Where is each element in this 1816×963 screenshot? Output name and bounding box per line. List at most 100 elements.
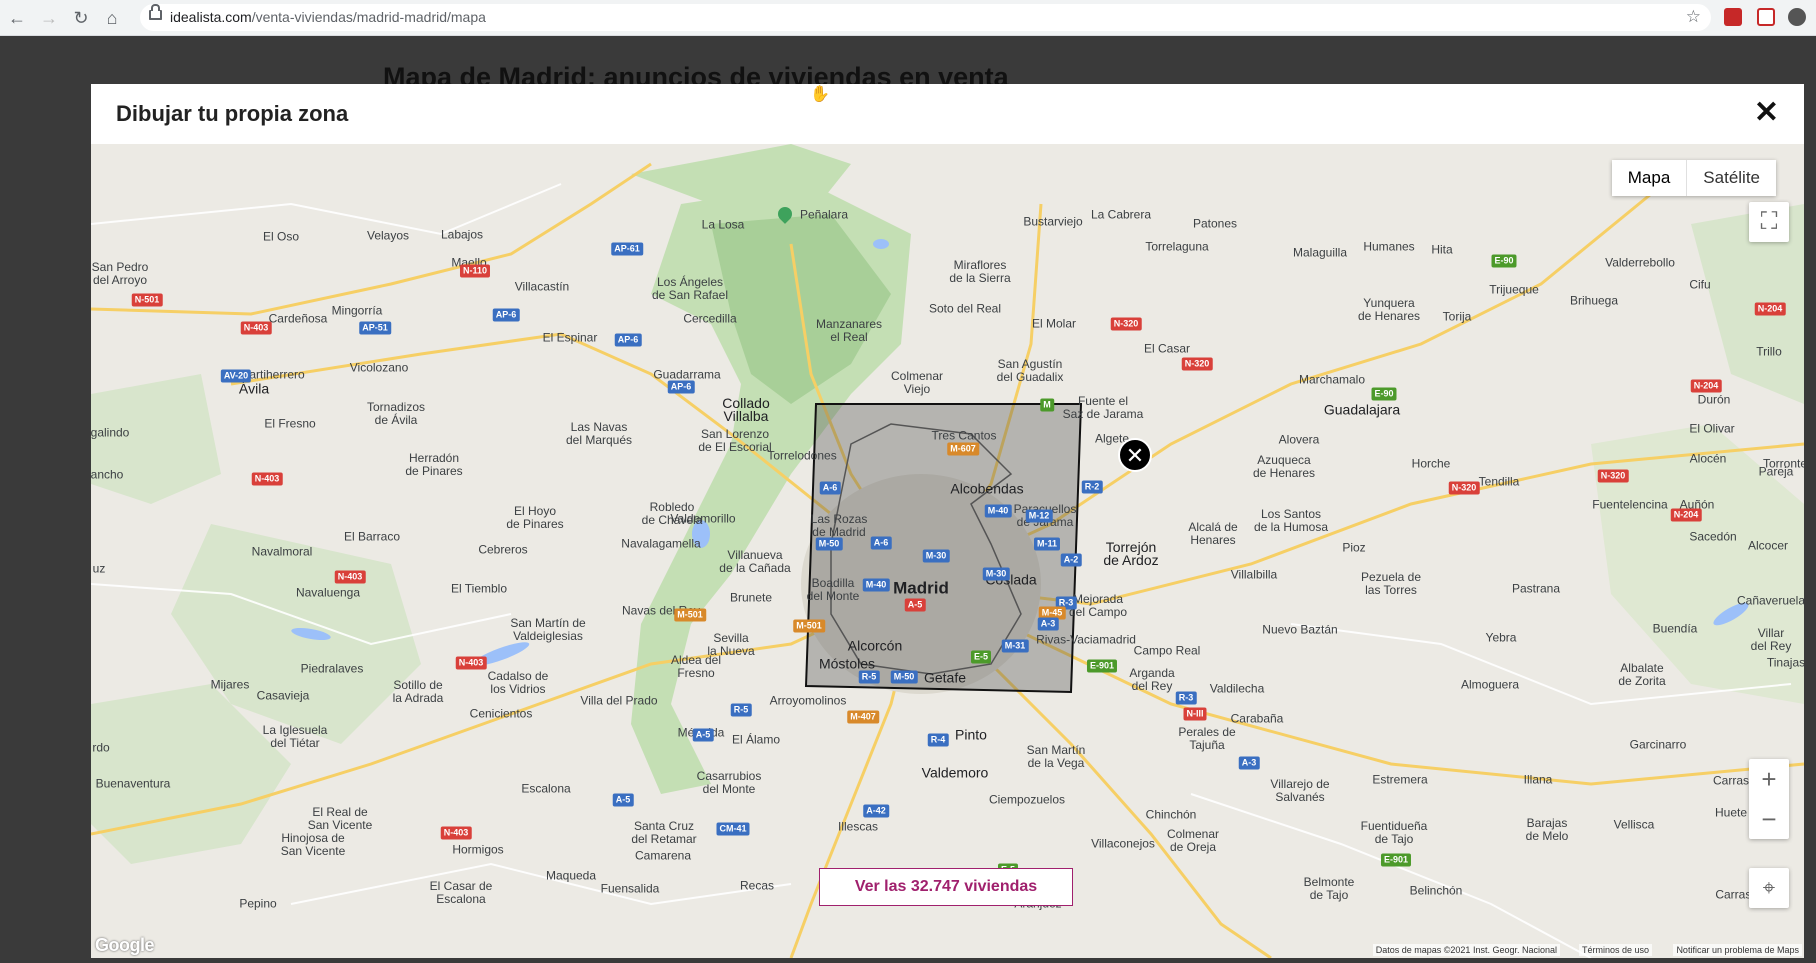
map-label-valdemoro: Valdemoro bbox=[921, 764, 989, 781]
road-shield-n403-d: N-403 bbox=[455, 656, 487, 670]
map-label-penalara: Peñalara bbox=[799, 207, 849, 222]
map-label-humanes: Humanes bbox=[1363, 239, 1415, 254]
forward-icon[interactable]: → bbox=[38, 7, 60, 29]
map-label-alcocer: Alcocer bbox=[1747, 538, 1789, 553]
road-shield-n204-b: N-204 bbox=[1670, 508, 1702, 522]
map-label-soto-real: Soto del Real bbox=[928, 301, 1002, 316]
map-label-maqueda: Maqueda bbox=[545, 868, 597, 883]
map-label-recas: Recas bbox=[739, 878, 775, 893]
map-label-alcorcon: Alcorcón bbox=[847, 637, 903, 654]
map-type-control: Mapa Satélite bbox=[1611, 160, 1776, 196]
map-label-collado: Collado Villalba bbox=[722, 395, 770, 424]
road-shield-e90-b: E-90 bbox=[1371, 387, 1397, 401]
fullscreen-icon[interactable]: ⛶ bbox=[1749, 202, 1789, 242]
map-label-piedralaves: Piedralaves bbox=[300, 661, 364, 676]
map-label-valderrebollo: Valderrebollo bbox=[1605, 255, 1675, 270]
road-shield-n320-c: N-320 bbox=[1448, 481, 1480, 495]
my-location-icon[interactable]: ⌖ bbox=[1749, 868, 1789, 908]
bookmark-star-icon[interactable]: ☆ bbox=[1686, 7, 1701, 27]
map-label-buenaventura: Buenaventura bbox=[95, 776, 171, 791]
map-label-el-barraco: El Barraco bbox=[343, 529, 401, 544]
road-shield-ap6-c: AP-6 bbox=[667, 380, 695, 394]
terms-link[interactable]: Términos de uso bbox=[1578, 944, 1652, 956]
map-label-san-martin-vega: San Martín de la Vega bbox=[1026, 743, 1086, 770]
map-label-fuentelencina: Fuentelencina bbox=[1592, 497, 1668, 512]
road-shield-e901: E-901 bbox=[1086, 659, 1118, 673]
map-label-trijueque: Trijueque bbox=[1489, 282, 1539, 297]
back-icon[interactable]: ← bbox=[6, 7, 28, 29]
zoom-out-button[interactable]: − bbox=[1749, 799, 1789, 839]
map-label-alovera: Alovera bbox=[1278, 432, 1320, 447]
road-shield-m501: M-501 bbox=[674, 608, 706, 622]
map-label-almoguera: Almoguera bbox=[1460, 677, 1520, 692]
map-label-alocen: Alocén bbox=[1689, 451, 1727, 466]
road-shield-r2: R-2 bbox=[1081, 480, 1103, 494]
map-label-las-navas: Las Navas del Marqués bbox=[565, 420, 633, 447]
map-label-torija: Torija bbox=[1442, 309, 1472, 324]
map-label-alcala: Alcalá de Henares bbox=[1188, 520, 1238, 547]
report-problem-link[interactable]: Notificar un problema de Maps bbox=[1673, 944, 1802, 956]
delete-zone-close-icon[interactable]: ✕ bbox=[1118, 438, 1152, 472]
close-icon[interactable]: ✕ bbox=[1754, 98, 1779, 128]
map-label-mijares: Mijares bbox=[210, 677, 250, 692]
map-label-navalagamella: Navalagamella bbox=[621, 536, 701, 551]
map-label-labajos: Labajos bbox=[440, 227, 484, 242]
map-label-marchamalo: Marchamalo bbox=[1298, 372, 1366, 387]
map-label-pastrana: Pastrana bbox=[1511, 581, 1561, 596]
zoom-in-button[interactable]: + bbox=[1749, 759, 1789, 799]
reload-icon[interactable]: ↻ bbox=[70, 7, 92, 29]
road-shield-n403-b: N-403 bbox=[251, 472, 283, 486]
map-label-pepino: Pepino bbox=[239, 896, 277, 911]
map-label-las-rozas: Las Rozas de Madrid bbox=[810, 512, 868, 539]
browser-toolbar: ← → ↻ ⌂ idealista.com/venta-viviendas/ma… bbox=[0, 0, 1816, 36]
road-shield-a6: A-6 bbox=[819, 481, 841, 495]
map-label-cercedilla: Cercedilla bbox=[683, 311, 737, 326]
map-label-el-molar: El Molar bbox=[1031, 316, 1077, 331]
map-label-yunquera: Yunquera de Henares bbox=[1357, 296, 1421, 323]
map-label-colmenar-oreja: Colmenar de Oreja bbox=[1166, 827, 1220, 854]
road-shield-m607: M-607 bbox=[947, 442, 979, 456]
road-shield-n501: N-501 bbox=[131, 293, 163, 307]
map-label-san-lorenzo: San Lorenzo de El Escorial bbox=[698, 427, 772, 454]
map-label-pioz: Pioz bbox=[1342, 540, 1366, 555]
map-label-tres-cantos: Tres Cantos bbox=[931, 428, 997, 443]
map-label-perales: Perales de Tajuña bbox=[1178, 725, 1236, 752]
map-canvas[interactable]: Madrid Alcobendas Coslada Getafe Alcorcó… bbox=[91, 144, 1804, 958]
view-listings-button[interactable]: Ver las 32.747 viviendas bbox=[819, 868, 1073, 906]
map-label-cadalso: Cadalso de los Vidrios bbox=[487, 669, 549, 696]
road-shield-e901-b: E-901 bbox=[1380, 853, 1412, 867]
map-label-sacedon: Sacedón bbox=[1689, 529, 1737, 544]
map-label-escalona: Escalona bbox=[521, 781, 571, 796]
map-label-pinto: Pinto bbox=[955, 726, 987, 743]
map-type-satellite-button[interactable]: Satélite bbox=[1687, 160, 1776, 196]
address-bar[interactable]: idealista.com/venta-viviendas/madrid-mad… bbox=[140, 4, 1711, 31]
road-shield-m40: M-40 bbox=[862, 578, 890, 592]
extension-icon[interactable] bbox=[1724, 8, 1742, 26]
map-label-cenicientos: Cenicientos bbox=[469, 706, 533, 721]
road-shield-r3-b: R-3 bbox=[1175, 691, 1197, 705]
map-label-los-santos: Los Santos de la Humosa bbox=[1253, 507, 1329, 534]
map-label-fuente-el-saz: Fuente el Saz de Jarama bbox=[1062, 394, 1144, 421]
road-shield-m12: M-12 bbox=[1025, 509, 1053, 523]
extension-pocket-icon[interactable] bbox=[1757, 8, 1775, 26]
map-label-canaveruelas: Cañaveruelas bbox=[1736, 593, 1804, 608]
map-label-rdo: rdo bbox=[92, 740, 110, 755]
road-shield-m40-b: M-40 bbox=[984, 504, 1012, 518]
map-label-casavieja: Casavieja bbox=[256, 688, 310, 703]
extension-profile-icon[interactable] bbox=[1788, 8, 1806, 26]
map-label-getafe: Getafe bbox=[923, 669, 967, 686]
map-label-duron: Durón bbox=[1697, 392, 1731, 407]
draw-zone-modal: Dibujar tu propia zona ✕ Madrid Alcobend… bbox=[91, 84, 1804, 958]
home-icon[interactable]: ⌂ bbox=[101, 7, 123, 29]
url-text: idealista.com/venta-viviendas/madrid-mad… bbox=[170, 9, 486, 25]
map-label-cifu: Cifu bbox=[1689, 277, 1711, 292]
road-shield-ap61: AP-61 bbox=[611, 242, 643, 256]
road-shield-n403-c: N-403 bbox=[334, 570, 366, 584]
map-label-arganda: Arganda del Rey bbox=[1129, 666, 1175, 693]
map-type-map-button[interactable]: Mapa bbox=[1612, 160, 1688, 196]
map-label-el-alamo: El Álamo bbox=[731, 732, 781, 747]
road-shield-m501-b: M-501 bbox=[793, 619, 825, 633]
map-label-san-martin-valde: San Martín de Valdeiglesias bbox=[510, 616, 586, 643]
map-label-horche: Horche bbox=[1411, 456, 1451, 471]
map-label-villar-rey: Villar del Rey bbox=[1750, 626, 1792, 653]
